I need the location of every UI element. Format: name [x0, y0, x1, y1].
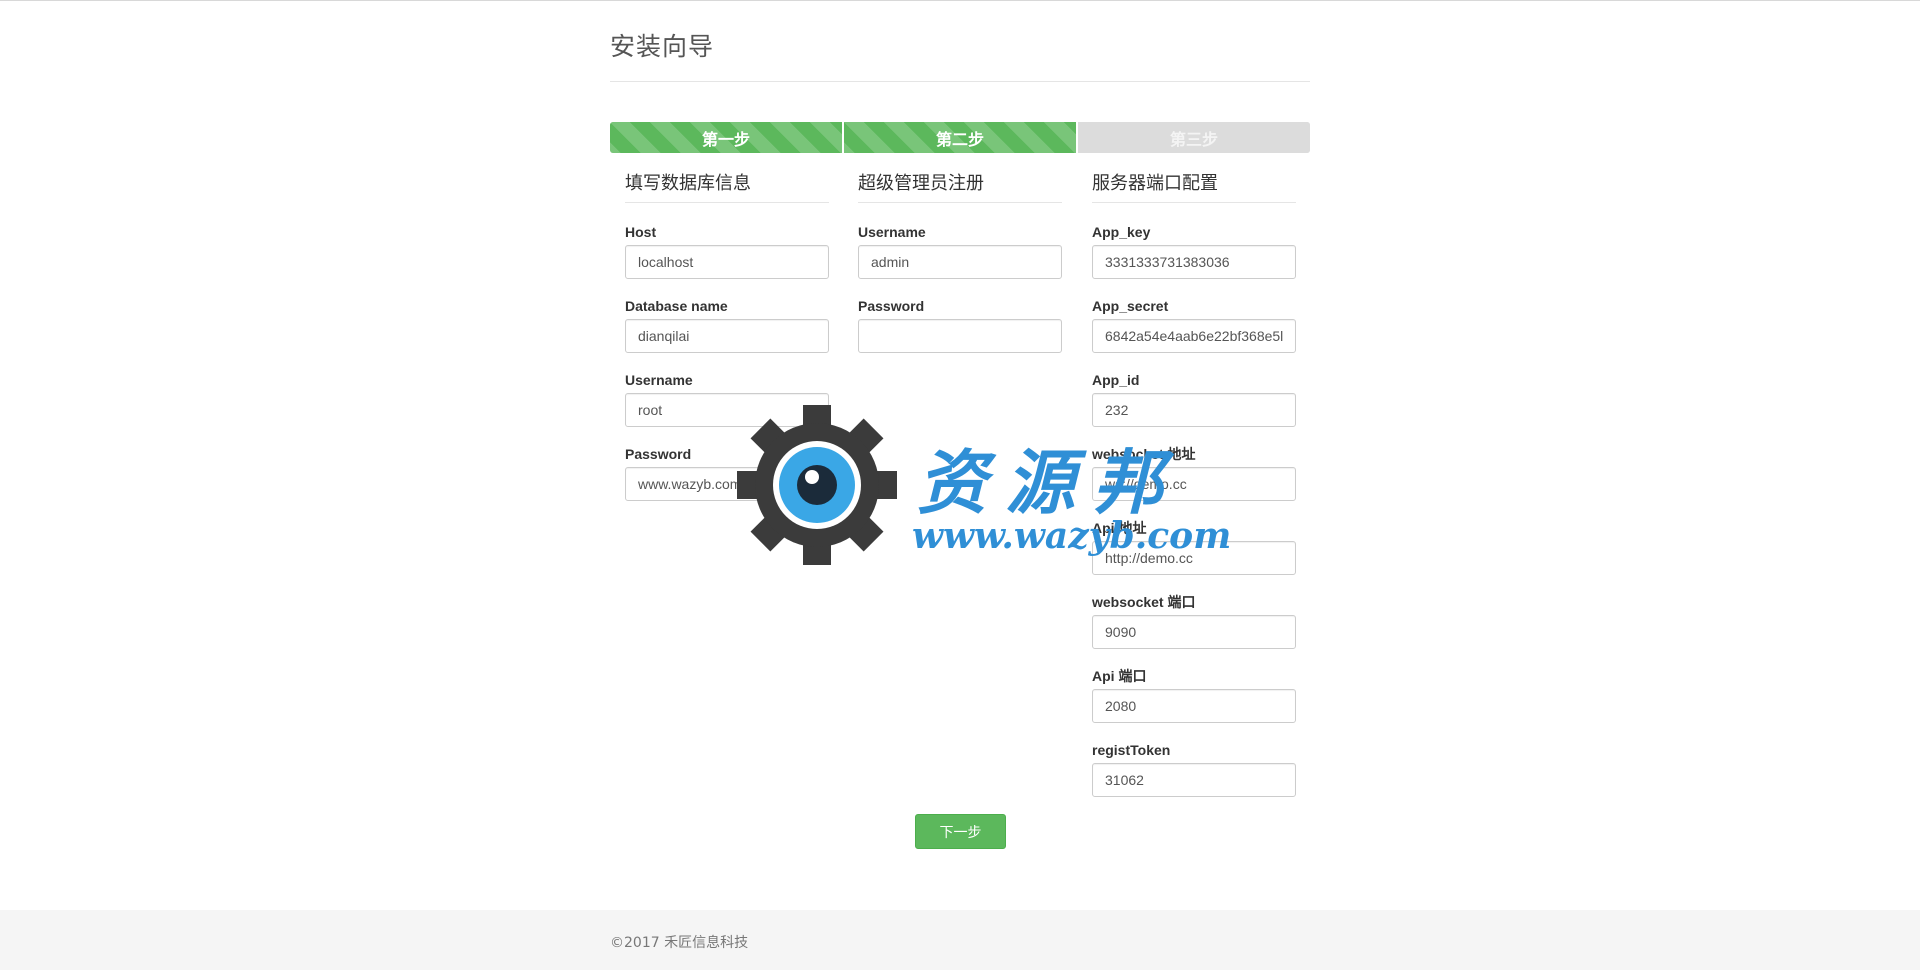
api-port-field-group: Api 端口 [1092, 667, 1296, 741]
app-secret-input[interactable] [1092, 319, 1296, 353]
database-heading: 填写数据库信息 [625, 173, 829, 203]
ws-port-input[interactable] [1092, 615, 1296, 649]
api-port-input[interactable] [1092, 689, 1296, 723]
server-heading: 服务器端口配置 [1092, 173, 1296, 203]
app-id-input[interactable] [1092, 393, 1296, 427]
copyright-text: ©2017 禾匠信息科技 [610, 935, 749, 951]
title-divider [610, 81, 1310, 82]
db-username-field-group: Username [625, 371, 829, 445]
token-input[interactable] [1092, 763, 1296, 797]
app-secret-field-group: App_secret [1092, 297, 1296, 371]
host-input[interactable] [625, 245, 829, 279]
token-label: registToken [1092, 742, 1171, 758]
db-password-label: Password [625, 446, 692, 462]
admin-username-input[interactable] [858, 245, 1062, 279]
admin-password-field-group: Password [858, 297, 1062, 371]
admin-password-label: Password [858, 298, 925, 314]
ws-port-field-group: websocket 端口 [1092, 593, 1296, 667]
step-progress-bar: 第一步 第二步 第三步 [610, 122, 1310, 153]
ws-port-label: websocket 端口 [1092, 594, 1196, 610]
dbname-label: Database name [625, 298, 728, 314]
app-id-label: App_id [1092, 372, 1140, 388]
admin-username-field-group: Username [858, 223, 1062, 297]
app-id-field-group: App_id [1092, 371, 1296, 445]
app-secret-label: App_secret [1092, 298, 1169, 314]
step-1: 第一步 [610, 122, 842, 153]
api-addr-field-group: Api 地址 [1092, 519, 1296, 593]
next-step-button[interactable]: 下一步 [915, 814, 1006, 849]
admin-section: 超级管理员注册 Username Password [858, 173, 1062, 371]
dbname-input[interactable] [625, 319, 829, 353]
app-key-label: App_key [1092, 224, 1151, 240]
api-port-label: Api 端口 [1092, 668, 1147, 684]
app-key-input[interactable] [1092, 245, 1296, 279]
ws-addr-field-group: websocket 地址 [1092, 445, 1296, 519]
app-key-field-group: App_key [1092, 223, 1296, 297]
db-username-input[interactable] [625, 393, 829, 427]
admin-heading: 超级管理员注册 [858, 173, 1062, 203]
admin-password-input[interactable] [858, 319, 1062, 353]
step-3: 第三步 [1076, 122, 1310, 153]
db-password-input[interactable] [625, 467, 829, 501]
api-addr-input[interactable] [1092, 541, 1296, 575]
db-username-label: Username [625, 372, 693, 388]
api-addr-label: Api 地址 [1092, 520, 1147, 536]
footer: ©2017 禾匠信息科技 [0, 910, 1920, 970]
ws-addr-input[interactable] [1092, 467, 1296, 501]
token-field-group: registToken [1092, 741, 1296, 815]
ws-addr-label: websocket 地址 [1092, 446, 1196, 462]
database-section: 填写数据库信息 Host Database name Username Pass… [625, 173, 829, 519]
step-2: 第二步 [842, 122, 1076, 153]
server-section: 服务器端口配置 App_key App_secret App_id websoc… [1092, 173, 1296, 815]
host-label: Host [625, 224, 657, 240]
host-field-group: Host [625, 223, 829, 297]
dbname-field-group: Database name [625, 297, 829, 371]
admin-username-label: Username [858, 224, 926, 240]
page-title: 安装向导 [610, 32, 715, 61]
db-password-field-group: Password [625, 445, 829, 519]
